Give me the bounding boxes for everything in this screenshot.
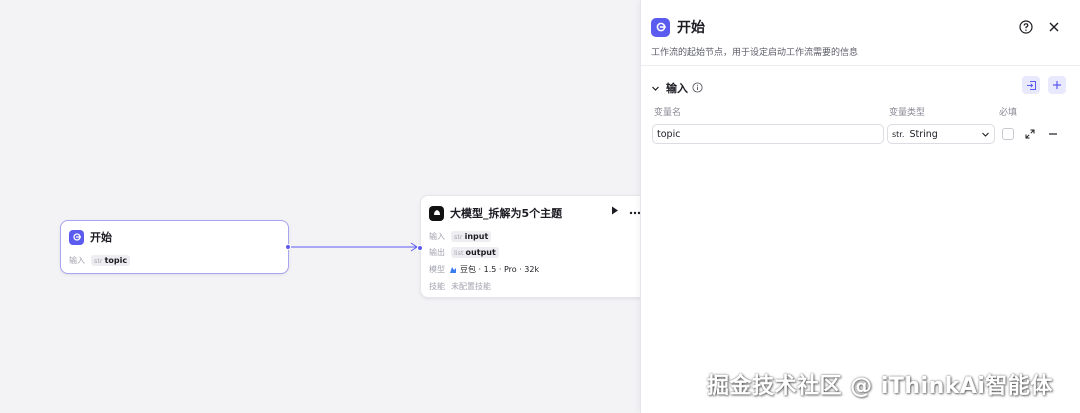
add-variable-button[interactable] <box>1048 76 1066 94</box>
start-node-title: 开始 <box>90 231 112 244</box>
variable-name: topic <box>104 256 128 265</box>
column-header-required: 必填 <box>999 108 1018 118</box>
column-header-name: 变量名 <box>654 108 682 118</box>
variable-tag: list output <box>451 247 499 258</box>
close-icon[interactable] <box>1046 19 1062 35</box>
required-checkbox[interactable] <box>1002 128 1014 140</box>
llm-icon <box>429 205 444 221</box>
input-section-header[interactable]: 输入 <box>651 78 703 97</box>
llm-model-row: 模型 豆包 · 1.5 · Pro · 32k <box>429 264 539 275</box>
llm-node-title: 大模型_拆解为5个主题 <box>450 207 563 220</box>
skill-value: 未配置技能 <box>451 282 491 291</box>
help-icon[interactable] <box>1018 19 1034 35</box>
model-value: 豆包 · 1.5 · Pro · 32k <box>460 265 540 274</box>
import-icon <box>1026 80 1036 90</box>
variable-name: output <box>465 248 496 257</box>
skill-label: 技能 <box>429 282 445 291</box>
llm-output-row: 输出 list output <box>429 247 499 258</box>
column-header-type: 变量类型 <box>889 108 926 118</box>
llm-skill-row: 技能 未配置技能 <box>429 281 491 292</box>
plus-icon <box>1053 81 1061 89</box>
node-config-panel: 开始 工作流的起始节点，用于设定启动工作流需要的信息 输入 变量名 变量类型 必… <box>640 0 1080 413</box>
variable-type-value: str. String <box>892 129 938 140</box>
start-node[interactable]: 开始 输入 str topic <box>60 220 291 274</box>
type-prefix: str. <box>892 129 905 139</box>
expand-icon[interactable] <box>1024 128 1036 140</box>
info-icon[interactable] <box>692 78 703 97</box>
variable-name-input[interactable]: topic <box>652 124 884 144</box>
variable-type: str <box>454 232 463 241</box>
output-label: 输出 <box>429 248 445 257</box>
chevron-down-icon[interactable] <box>651 78 660 97</box>
variable-type-select[interactable]: str. String <box>887 124 995 144</box>
variable-type: list <box>454 248 464 257</box>
llm-node-header: 大模型_拆解为5个主题 <box>429 205 562 221</box>
start-node-input-row: 输入 str topic <box>69 255 131 266</box>
panel-divider <box>641 65 1080 66</box>
output-handle[interactable] <box>285 244 291 250</box>
variable-type: str <box>94 256 103 265</box>
llm-node[interactable]: 大模型_拆解为5个主题 输入 str input 输出 list output <box>417 195 650 298</box>
import-button[interactable] <box>1022 76 1040 94</box>
start-node-header: 开始 <box>69 229 112 245</box>
variable-name-value: topic <box>657 128 681 140</box>
llm-input-row: 输入 str input <box>429 231 492 242</box>
input-label: 输入 <box>69 256 85 265</box>
play-icon[interactable] <box>611 206 619 218</box>
section-title: 输入 <box>666 81 688 95</box>
panel-description: 工作流的起始节点，用于设定启动工作流需要的信息 <box>651 48 859 58</box>
panel-header: 开始 <box>651 17 705 37</box>
type-name: String <box>909 128 938 140</box>
variable-name: input <box>464 232 489 241</box>
doubao-icon <box>450 266 456 273</box>
remove-variable-icon[interactable] <box>1047 128 1059 140</box>
start-icon <box>651 17 670 37</box>
watermark: 掘金技术社区 @ iThinkAi智能体 <box>707 374 1053 399</box>
chevron-down-icon <box>982 132 989 137</box>
llm-node-actions <box>611 206 641 218</box>
input-label: 输入 <box>429 232 445 241</box>
input-handle[interactable] <box>417 245 423 251</box>
variable-tag: str topic <box>91 255 131 266</box>
start-icon <box>69 229 84 245</box>
panel-title: 开始 <box>677 20 705 36</box>
variable-tag: str input <box>451 231 492 242</box>
model-label: 模型 <box>429 265 445 274</box>
